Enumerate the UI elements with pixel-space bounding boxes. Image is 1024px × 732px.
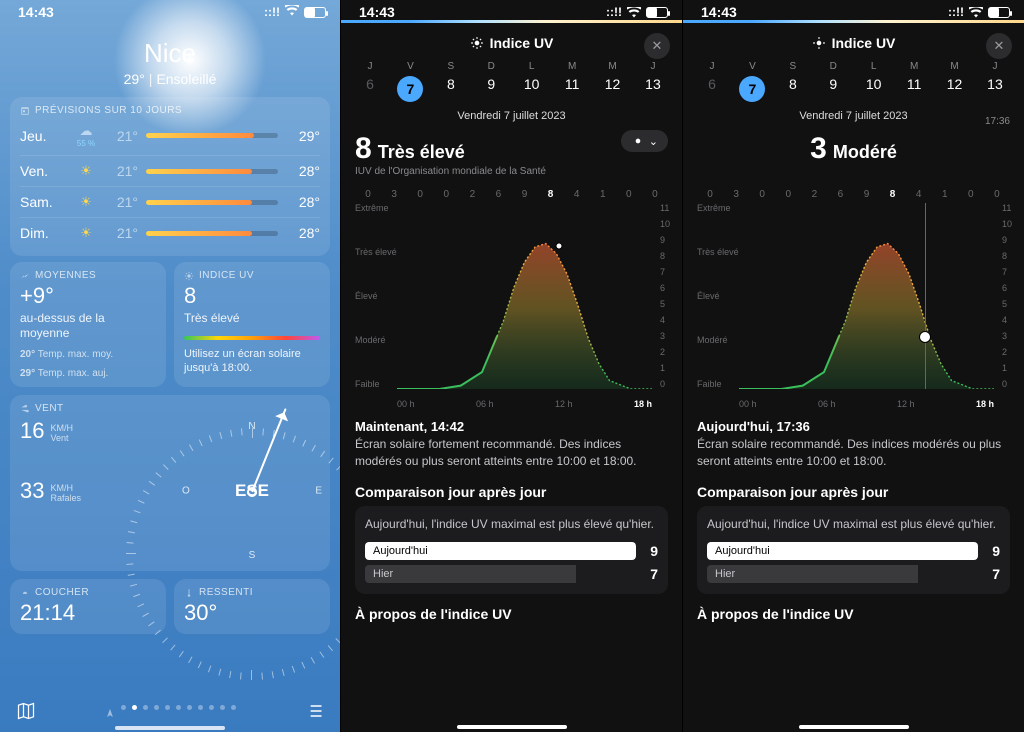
wind-card[interactable]: VENT 16 KM/HVent 33 KM/HRafales N S E O … bbox=[10, 395, 330, 571]
home-indicator[interactable] bbox=[799, 725, 909, 729]
day-option[interactable]: J6 bbox=[697, 61, 727, 102]
day-option[interactable]: M12 bbox=[940, 61, 970, 102]
home-indicator[interactable] bbox=[457, 725, 567, 729]
uv-scale bbox=[184, 336, 320, 340]
chevron-down-icon: ⌄ bbox=[649, 135, 658, 148]
feels-like-card[interactable]: RESSENTI 30° bbox=[174, 579, 330, 634]
wifi-icon bbox=[285, 5, 299, 19]
chart-scrub-line[interactable] bbox=[925, 203, 926, 389]
sunset-card[interactable]: COUCHER 21:14 bbox=[10, 579, 166, 634]
forecast-rows: Jeu. ☁︎55 % 21° 29°Ven. ☀︎ 21° 28°Sam. ☀… bbox=[20, 116, 320, 248]
day-selector[interactable]: J6V7 S8D9 L10 M11 M12 J13 bbox=[683, 61, 1024, 102]
day-option[interactable]: M11 bbox=[557, 61, 587, 102]
day-option[interactable]: S8 bbox=[436, 61, 466, 102]
day-option[interactable]: J13 bbox=[980, 61, 1010, 102]
close-button[interactable]: ✕ bbox=[986, 33, 1012, 59]
uv-detail-now-panel: 14:43 ::!! Indice UV ✕ J6V7S8D9L10M11M12… bbox=[340, 0, 682, 732]
uv-chart[interactable]: 030026984100 ExtrêmeTrès élevéÉlevéModér… bbox=[355, 189, 668, 409]
day-option[interactable]: M12 bbox=[598, 61, 628, 102]
day-option[interactable]: L10 bbox=[517, 61, 547, 102]
list-button[interactable] bbox=[304, 701, 324, 726]
home-indicator[interactable] bbox=[115, 726, 225, 730]
weather-home-panel: 14:43 ::!! Nice 29°|Ensoleillé PRÉVISION… bbox=[0, 0, 340, 732]
day-option[interactable]: D9 bbox=[818, 61, 848, 102]
day-option[interactable]: S8 bbox=[778, 61, 808, 102]
averages-card[interactable]: MOYENNES +9° au-dessus de la moyenne 20°… bbox=[10, 262, 166, 387]
close-button[interactable]: ✕ bbox=[644, 33, 670, 59]
battery-icon bbox=[304, 7, 326, 18]
chart-now-marker bbox=[555, 242, 562, 249]
forecast-row[interactable]: Sam. ☀︎ 21° 28° bbox=[20, 186, 320, 217]
sky-sun-glare bbox=[100, 0, 280, 150]
day-option[interactable]: J13 bbox=[638, 61, 668, 102]
comparison-card: Aujourd'hui, l'indice UV maximal est plu… bbox=[355, 506, 668, 595]
chart-selection-marker[interactable] bbox=[919, 331, 931, 343]
uv-value: 8 bbox=[355, 132, 372, 166]
uv-detail-selected-panel: 14:43 ::!! Indice UV ✕ J6V7S8D9L10M11M12… bbox=[682, 0, 1024, 732]
forecast-row[interactable]: Ven. ☀︎ 21° 28° bbox=[20, 155, 320, 186]
day-option[interactable]: V7 bbox=[395, 61, 425, 102]
uv-chart[interactable]: 030026984100 ExtrêmeTrès élevéÉlevéModér… bbox=[697, 189, 1010, 409]
day-option[interactable]: D9 bbox=[476, 61, 506, 102]
units-button[interactable]: ⌄ bbox=[621, 130, 668, 152]
uv-card[interactable]: INDICE UV 8 Très élevé Utilisez un écran… bbox=[174, 262, 330, 387]
day-option[interactable]: M11 bbox=[899, 61, 929, 102]
forecast-row[interactable]: Dim. ☀︎ 21° 28° bbox=[20, 217, 320, 248]
day-selector[interactable]: J6V7 S8D9 L10 M11 M12 J13 bbox=[341, 61, 682, 102]
day-option[interactable]: V7 bbox=[737, 61, 767, 102]
map-button[interactable] bbox=[16, 701, 36, 726]
forecast-title: PRÉVISIONS SUR 10 JOURS bbox=[20, 105, 320, 116]
day-option[interactable]: J6 bbox=[355, 61, 385, 102]
uv-sheet-title: Indice UV bbox=[470, 35, 554, 51]
wind-compass: N S E O ESE bbox=[182, 421, 322, 561]
uv-label: Très élevé bbox=[378, 142, 465, 163]
status-time: 14:43 bbox=[18, 4, 54, 20]
avg-value: +9° bbox=[20, 283, 156, 309]
page-dots[interactable] bbox=[105, 705, 236, 723]
day-option[interactable]: L10 bbox=[859, 61, 889, 102]
